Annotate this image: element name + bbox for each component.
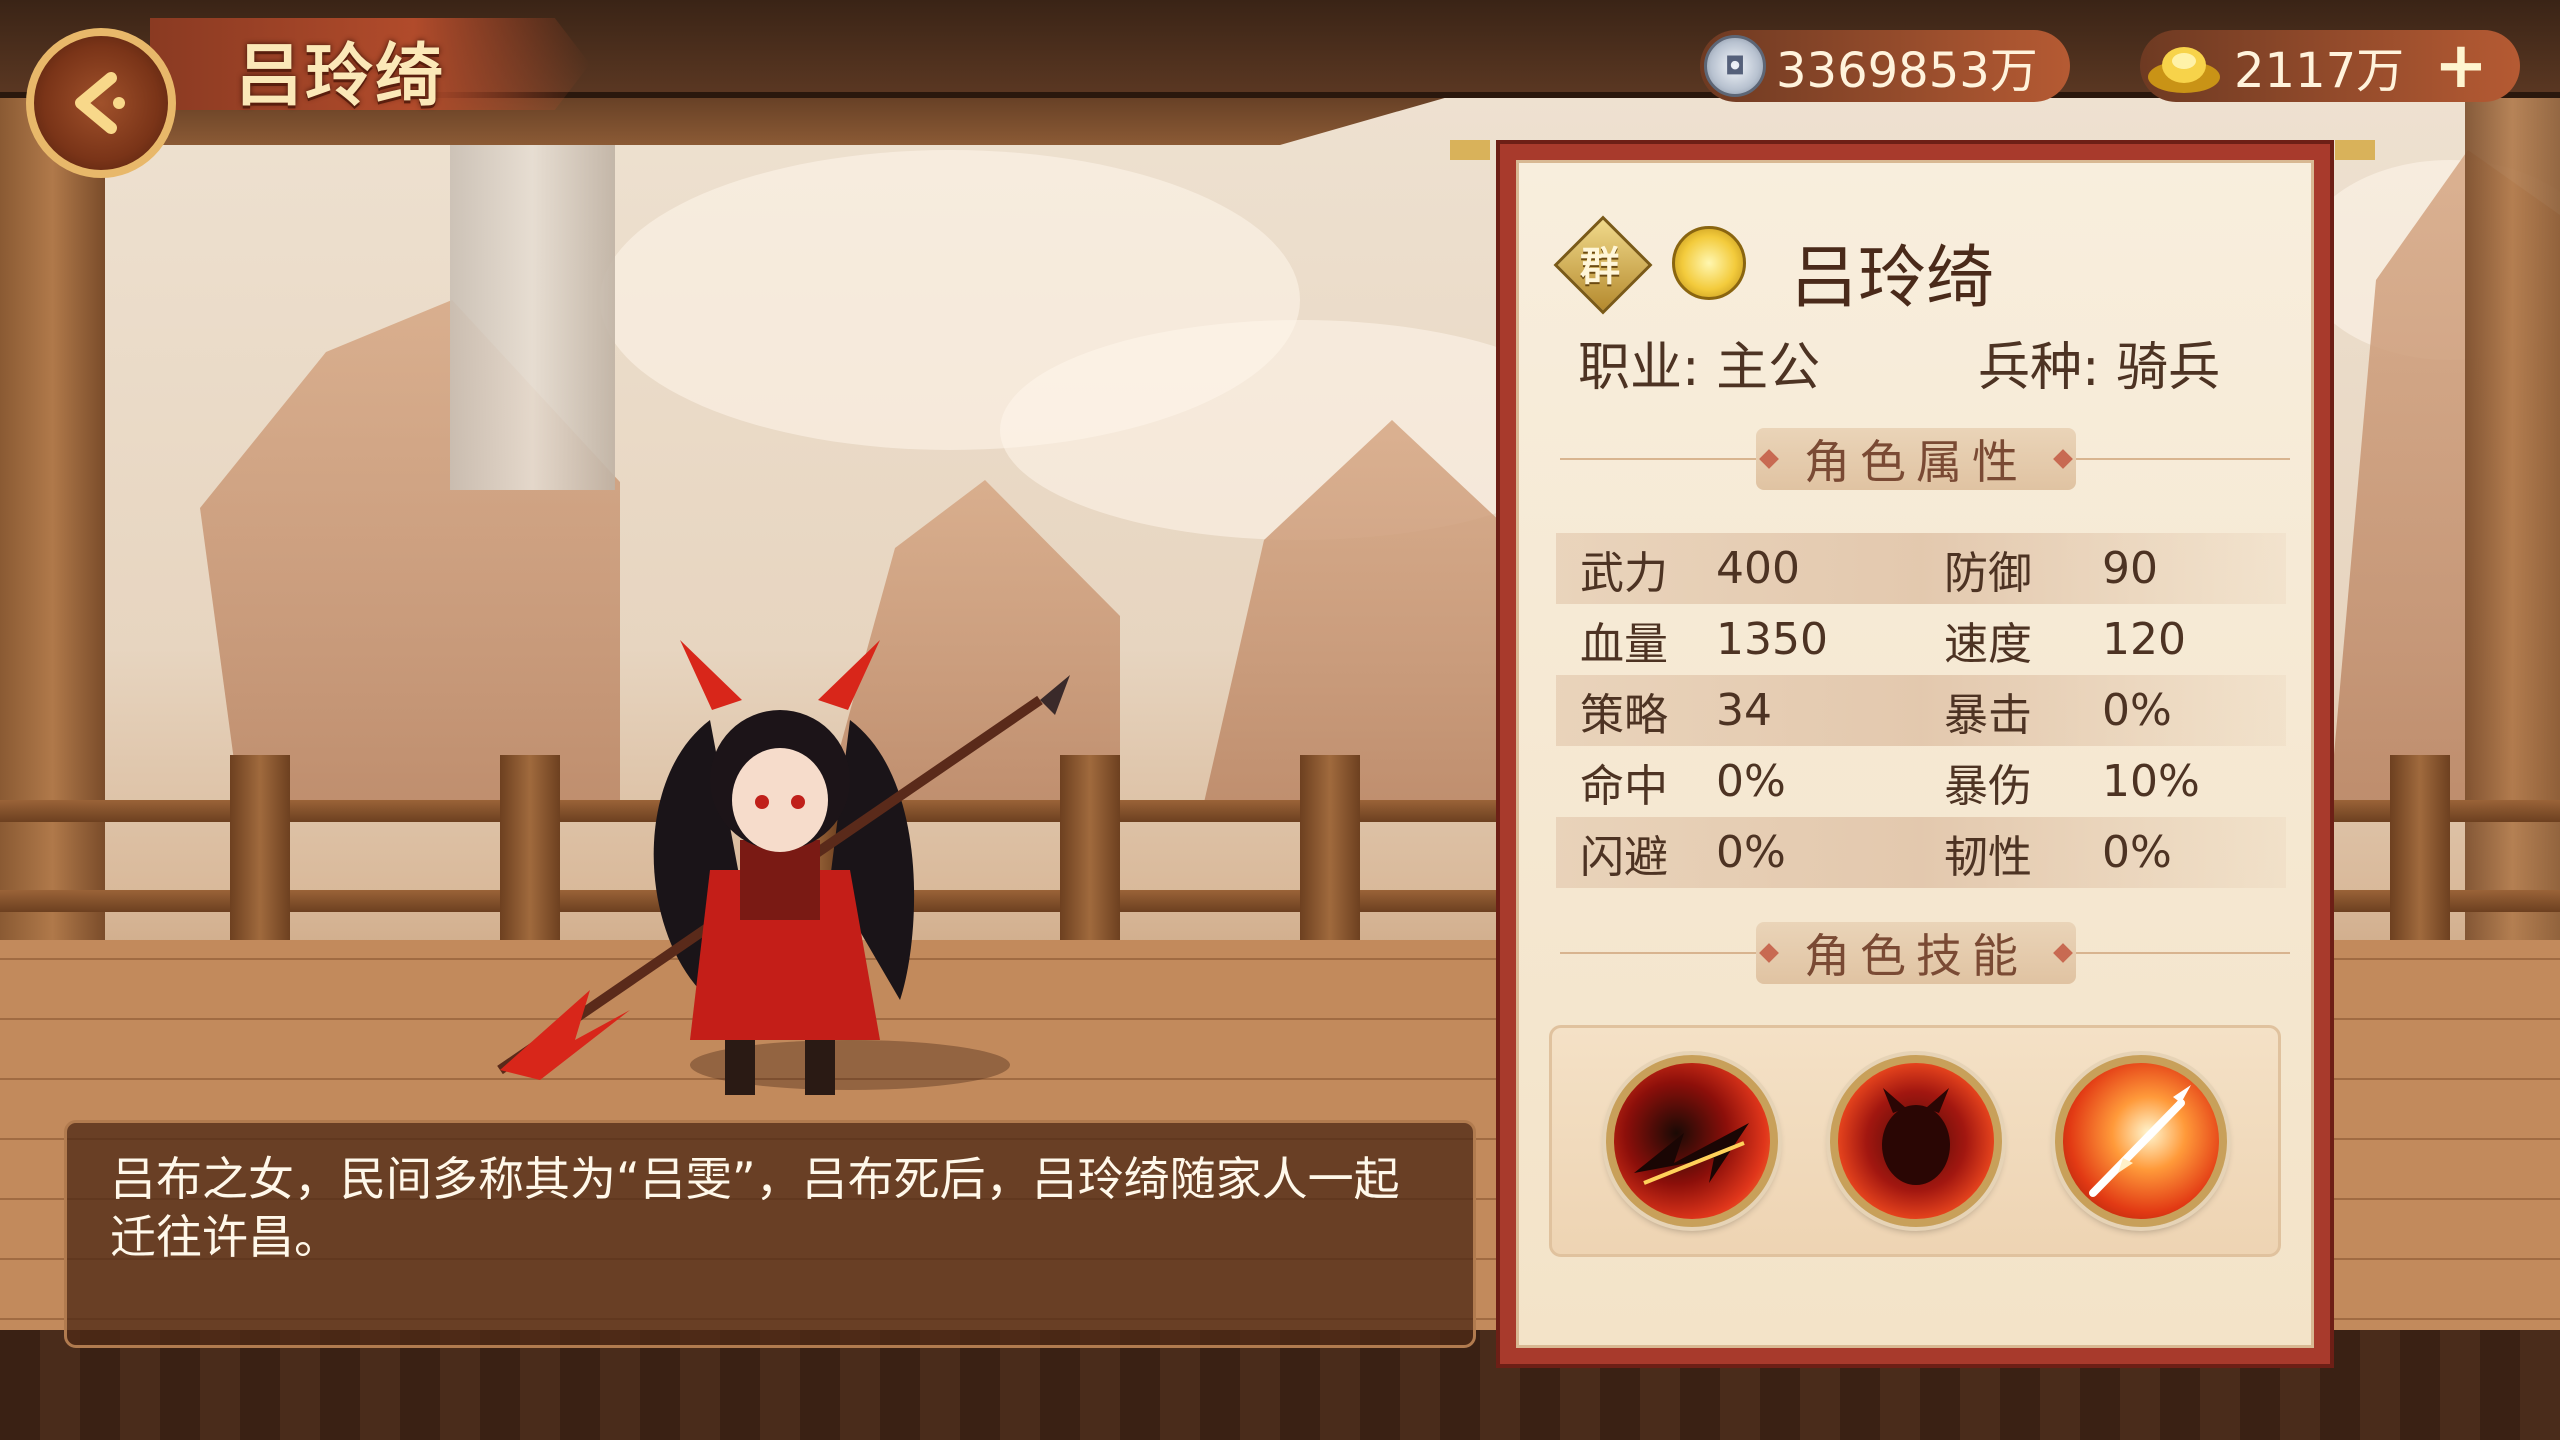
skill-button-2[interactable] xyxy=(1830,1055,2002,1227)
stat-row: 策略 34 暴击 0% xyxy=(1556,675,2286,746)
troop-label: 兵种: xyxy=(1978,338,2100,398)
stat-label: 速度 xyxy=(1944,618,2032,670)
hero-name: 吕玲绮 xyxy=(1790,239,1995,318)
skill-button-1[interactable] xyxy=(1606,1055,1778,1227)
demon-rage-skill-icon xyxy=(1882,1088,1950,1185)
attributes-section-title: 角色属性 xyxy=(1756,428,2076,490)
stat-label: 策略 xyxy=(1580,689,1668,741)
stat-value: 90 xyxy=(2102,543,2158,594)
attributes-table: 武力 400 防御 90 血量 1350 速度 120 策略 34 暴击 0% … xyxy=(1556,533,2286,888)
stat-value: 400 xyxy=(1716,543,1800,594)
gold-currency: 2117万 + xyxy=(2140,30,2520,102)
gold-amount: 2117万 xyxy=(2234,43,2405,99)
skills-section-title: 角色技能 xyxy=(1756,922,2076,984)
silver-currency: ◘ 3369853万 xyxy=(1700,30,2070,102)
stat-value: 0% xyxy=(2102,685,2172,736)
stat-label: 暴击 xyxy=(1944,689,2032,741)
page-title: 吕玲绮 xyxy=(235,37,446,116)
stat-label: 暴伤 xyxy=(1944,760,2032,812)
silver-coin-icon: ◘ xyxy=(1704,35,1766,97)
spear-thrust-skill-icon xyxy=(2089,1085,2191,1197)
stat-value: 0% xyxy=(2102,827,2172,878)
stat-label: 武力 xyxy=(1580,547,1668,599)
troop-type: 兵种: 骑兵 xyxy=(1978,325,2220,400)
faction-label: 群 xyxy=(1580,244,1620,290)
stat-value: 0% xyxy=(1716,756,1786,807)
stat-value: 1350 xyxy=(1716,614,1828,665)
add-gold-button[interactable]: + xyxy=(2434,34,2488,98)
panel-corner-ornament xyxy=(2335,140,2375,160)
class-icon xyxy=(1672,226,1746,300)
stat-label: 防御 xyxy=(1944,547,2032,599)
profession-value: 主公 xyxy=(1716,338,1821,398)
back-button[interactable] xyxy=(26,28,176,178)
stat-row: 武力 400 防御 90 xyxy=(1556,533,2286,604)
profession: 职业: 主公 xyxy=(1578,325,1820,400)
stat-label: 命中 xyxy=(1580,760,1668,812)
stat-row: 闪避 0% 韧性 0% xyxy=(1556,817,2286,888)
dragon-slash-skill-icon xyxy=(1634,1123,1749,1185)
panel-corner-ornament xyxy=(1450,140,1490,160)
gold-ingot-icon xyxy=(2148,47,2220,93)
stat-label: 血量 xyxy=(1580,618,1668,670)
troop-value: 骑兵 xyxy=(2116,338,2221,398)
stat-value: 0% xyxy=(1716,827,1786,878)
hero-character-sprite xyxy=(497,640,1070,1095)
stat-label: 韧性 xyxy=(1944,831,2032,883)
stat-row: 血量 1350 速度 120 xyxy=(1556,604,2286,675)
hanging-banner xyxy=(450,140,615,490)
stat-label: 闪避 xyxy=(1580,831,1668,883)
skill-button-3[interactable] xyxy=(2055,1055,2227,1227)
back-arrow-icon xyxy=(75,72,125,134)
silver-amount: 3369853万 xyxy=(1776,43,2038,99)
stat-value: 10% xyxy=(2102,756,2200,807)
profession-label: 职业: xyxy=(1578,338,1700,398)
stat-value: 120 xyxy=(2102,614,2186,665)
hero-description: 吕布之女，民间多称其为“吕雯”，吕布死后，吕玲绮随家人一起迁往许昌。 xyxy=(110,1152,1400,1264)
stat-value: 34 xyxy=(1716,685,1772,736)
stat-row: 命中 0% 暴伤 10% xyxy=(1556,746,2286,817)
